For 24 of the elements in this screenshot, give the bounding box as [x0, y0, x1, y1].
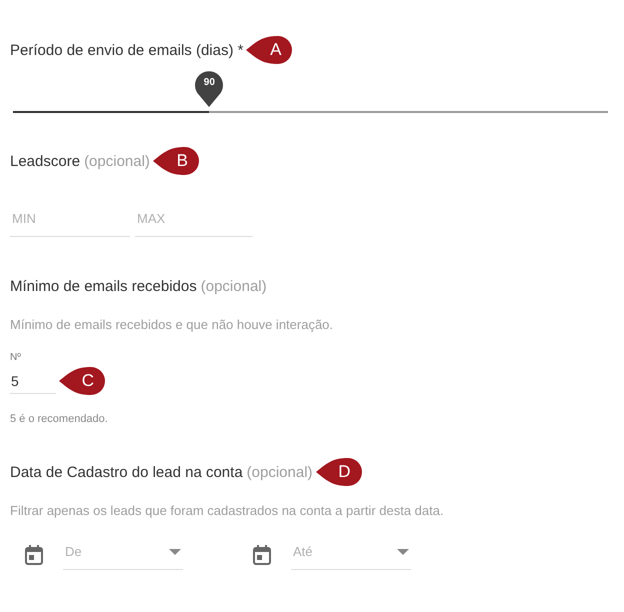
- section-title: Mínimo de emails recebidos: [10, 278, 197, 294]
- hint-text: 5 é o recomendado.: [10, 413, 109, 425]
- section-title: Período de envio de emails (dias) *: [10, 42, 244, 58]
- date-dropdown[interactable]: De: [63, 540, 183, 570]
- callout-marker: D: [314, 456, 365, 488]
- section-title: Data de Cadastro do lead na conta: [10, 464, 243, 480]
- optional-label: (opcional): [84, 152, 150, 170]
- section-description: Mínimo de emails recebidos e que não houve interação.: [10, 317, 334, 332]
- field-label: Nº: [10, 352, 22, 363]
- callout-marker: B: [152, 145, 202, 177]
- caret-icon: [397, 548, 409, 554]
- slider-value-pin[interactable]: 90: [194, 69, 224, 107]
- optional-label: (opcional): [246, 464, 313, 480]
- input-field[interactable]: MAX: [135, 207, 253, 237]
- section-title: Leadscore: [10, 152, 80, 170]
- calendar-icon[interactable]: [25, 545, 43, 565]
- input-field[interactable]: MIN: [10, 207, 130, 237]
- input-field[interactable]: 5: [10, 368, 56, 394]
- calendar-icon[interactable]: [253, 545, 271, 565]
- optional-label: (opcional): [200, 278, 267, 294]
- section-description: Filtrar apenas os leads que foram cadastrados na conta a partir desta data.: [10, 503, 445, 518]
- caret-icon: [169, 548, 181, 554]
- callout-marker: C: [58, 365, 108, 397]
- date-dropdown[interactable]: Até: [291, 540, 411, 570]
